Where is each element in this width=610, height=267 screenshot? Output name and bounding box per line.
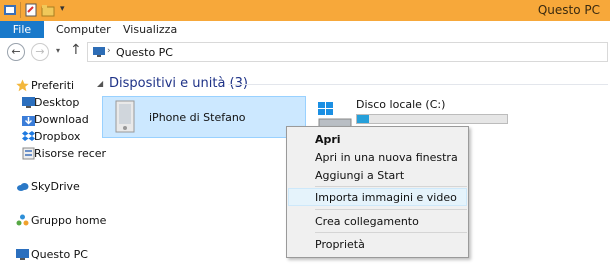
sidebar-label: Download [34,113,89,126]
address-bar[interactable]: › Questo PC [87,42,608,62]
breadcrumb-this-pc[interactable]: Questo PC [116,46,173,59]
sidebar-label: SkyDrive [31,180,80,193]
window-title: Questo PC [537,3,600,17]
forward-button[interactable]: → [31,43,49,61]
menu-separator [315,186,467,187]
sidebar-item-dropbox[interactable]: Dropbox [0,128,100,146]
sidebar-item-skydrive[interactable]: SkyDrive [0,178,100,196]
menu-separator [315,209,467,210]
new-folder-icon[interactable] [41,3,55,17]
sidebar-label: Risorse recer [34,147,107,160]
tab-file[interactable]: File [0,21,44,38]
drive-usage-fill [357,115,369,123]
tab-computer[interactable]: Computer [56,21,111,38]
sidebar-label: Gruppo home [31,214,107,227]
menu-item-importa-immagini-video[interactable]: Importa immagini e video [315,191,457,204]
section-divider [228,84,608,85]
back-button[interactable]: ← [7,43,25,61]
this-pc-icon [92,46,106,61]
star-icon [16,79,29,92]
explorer-icon [3,3,17,17]
homegroup-icon [16,214,29,227]
sidebar-item-questo-pc[interactable]: Questo PC [0,246,100,264]
sidebar-item-gruppo-home[interactable]: Gruppo home [0,212,106,230]
this-pc-icon [16,248,29,261]
cloud-icon [16,180,29,193]
device-tile-iphone[interactable]: iPhone di Stefano [102,96,306,138]
menu-item-apri-nuova-finestra[interactable]: Apri in una nuova finestra [315,151,458,164]
title-bar: ▾ Questo PC [0,0,610,21]
drive-usage-bar [356,114,508,124]
portable-device-icon [114,100,136,137]
context-menu: Apri Apri in una nuova finestra Aggiungi… [286,126,469,258]
breadcrumb-chevron-icon[interactable]: › [107,46,111,56]
recent-locations-icon[interactable]: ▾ [56,46,60,55]
ribbon: File Computer Visualizza [0,21,610,39]
sidebar-item-risorse-recenti[interactable]: Risorse recer [0,145,106,163]
sidebar-label: Questo PC [31,248,88,261]
sidebar-item-desktop[interactable]: Desktop [0,94,100,112]
menu-item-aggiungi-a-start[interactable]: Aggiungi a Start [315,169,404,182]
sidebar-label: Preferiti [31,79,75,92]
menu-item-crea-collegamento[interactable]: Crea collegamento [315,215,419,228]
sidebar-label: Dropbox [34,130,81,143]
navigation-bar: ← → ▾ ↑ › Questo PC [0,38,610,66]
drive-name: Disco locale (C:) [356,98,446,111]
quick-access-dropdown-icon[interactable]: ▾ [60,4,65,14]
device-name: iPhone di Stefano [149,111,246,124]
up-arrow-icon[interactable]: ↑ [70,42,82,58]
sidebar-label: Desktop [34,96,80,109]
tab-visualizza[interactable]: Visualizza [123,21,177,38]
menu-separator [315,232,467,233]
toolbar-divider [20,2,21,18]
collapse-group-icon[interactable]: ◢ [97,79,103,88]
sidebar-item-download[interactable]: Download [0,111,100,129]
menu-item-apri[interactable]: Apri [315,133,341,146]
properties-icon[interactable] [24,3,38,17]
menu-item-proprieta[interactable]: Proprietà [315,238,365,251]
sidebar-item-preferiti[interactable]: Preferiti [0,77,100,95]
